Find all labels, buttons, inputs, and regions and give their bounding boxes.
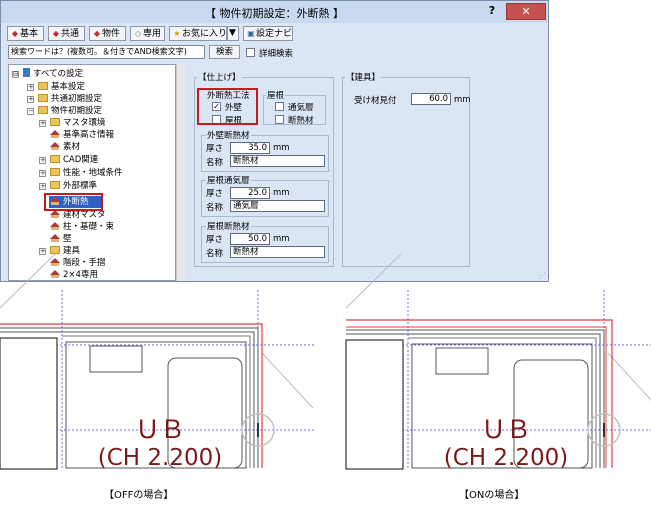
ceiling-height-label: (CH 2.200) <box>98 445 222 471</box>
adjacent-room <box>0 337 58 470</box>
ub-label: ＵＢ <box>481 415 531 444</box>
guide-diagonal <box>0 253 56 309</box>
guide-diagonal <box>607 352 651 401</box>
guide-diagonal <box>345 253 402 309</box>
adjacent-room <box>345 339 404 470</box>
caption-off: 【OFFの場合】 <box>104 490 174 501</box>
drawing-on: ＵＢ (CH 2.200) <box>345 253 651 471</box>
bathtub-fixture <box>89 345 143 373</box>
drawing-off: ＵＢ (CH 2.200) <box>0 253 315 471</box>
comparison-drawings: ＵＢ (CH 2.200) ＵＢ (CH 2.200) <box>0 253 651 471</box>
caption-on: 【ONの場合】 <box>459 490 525 501</box>
ub-label: ＵＢ <box>135 415 185 444</box>
ceiling-height-label: (CH 2.200) <box>444 445 568 471</box>
bathtub-fixture <box>435 347 489 375</box>
guide-diagonal <box>261 352 314 409</box>
